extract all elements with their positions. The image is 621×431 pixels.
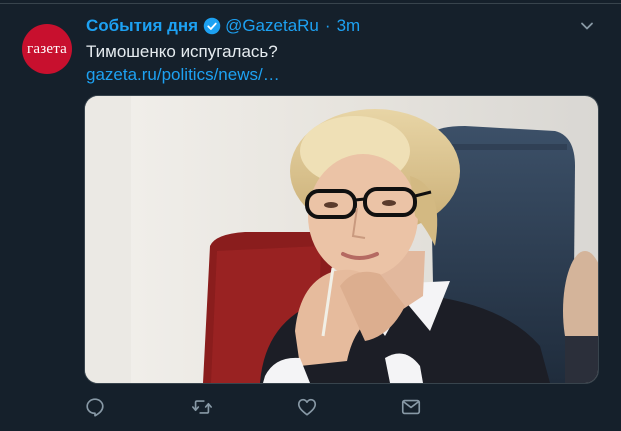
handle[interactable]: @GazetaRu bbox=[225, 16, 319, 36]
photo-illustration bbox=[85, 96, 598, 383]
tweet-header: События дня @GazetaRu · 3m bbox=[86, 14, 360, 38]
reply-button[interactable] bbox=[84, 396, 106, 418]
verified-badge-icon bbox=[203, 17, 221, 35]
tweet-actions bbox=[84, 396, 444, 418]
retweet-icon bbox=[192, 400, 212, 414]
mail-icon bbox=[401, 399, 421, 415]
avatar-logo-text: газета bbox=[27, 40, 67, 57]
separator-dot: · bbox=[324, 16, 331, 35]
chevron-down-icon[interactable] bbox=[579, 18, 595, 34]
avatar[interactable]: газета bbox=[22, 24, 72, 74]
like-button[interactable] bbox=[296, 396, 318, 418]
heart-icon bbox=[297, 398, 317, 416]
timestamp[interactable]: 3m bbox=[337, 16, 361, 36]
tweet-photo[interactable] bbox=[84, 95, 599, 384]
direct-message-button[interactable] bbox=[400, 396, 422, 418]
reply-icon bbox=[86, 398, 104, 417]
tweet-text: Тимошенко испугалась? bbox=[86, 42, 278, 61]
tweet-link[interactable]: gazeta.ru/politics/news/… bbox=[86, 65, 280, 85]
retweet-button[interactable] bbox=[191, 396, 213, 418]
tweet[interactable]: газета События дня @GazetaRu · 3m Тимоше… bbox=[0, 0, 621, 431]
display-name[interactable]: События дня bbox=[86, 16, 198, 36]
